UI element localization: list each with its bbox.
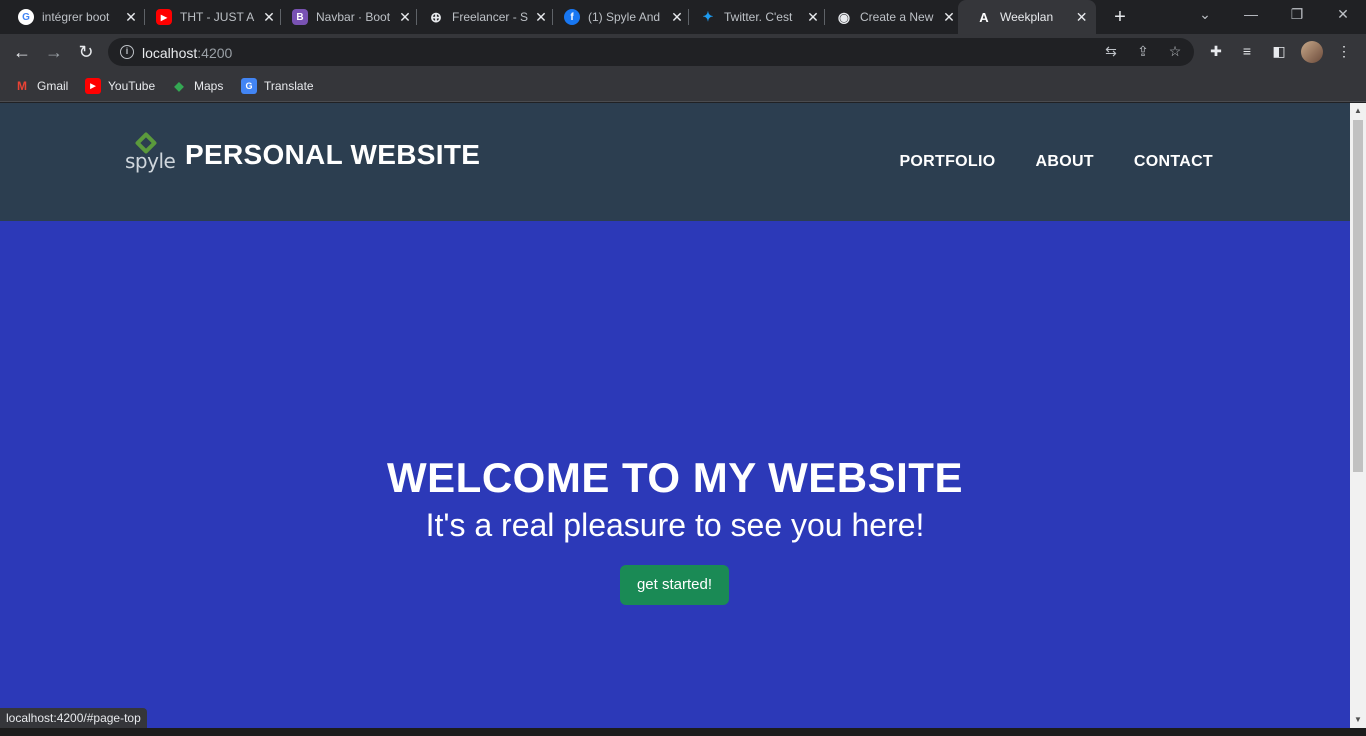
browser-toolbar: ← → ↻ i localhost:4200 ⇆ ⇪ ☆ ✚ ≡ ◧ ⋮	[0, 34, 1366, 70]
bookmark-label: YouTube	[108, 79, 156, 93]
site-navbar: spyle PERSONAL WEBSITE PORTFOLIO ABOUT C…	[0, 103, 1350, 221]
maps-icon: ◆	[174, 79, 184, 93]
bookmark-label: Maps	[194, 79, 224, 93]
address-url[interactable]: localhost:4200	[142, 45, 232, 61]
bookmarks-bar: M Gmail ▶ YouTube ◆ Maps G Translate	[0, 70, 1366, 102]
spyle-logo: spyle	[124, 131, 176, 175]
site-info-icon[interactable]: i	[120, 45, 134, 59]
close-window-icon[interactable]: ✕	[1328, 6, 1358, 23]
restore-icon[interactable]: ❐	[1282, 6, 1312, 23]
twitter-icon: ✦	[702, 9, 714, 24]
tab-2[interactable]: B Navbar · Boot ✕	[274, 0, 420, 34]
tab-1[interactable]: ▶ THT - JUST A ✕	[138, 0, 284, 34]
tab-strip: G intégrer boot ✕ ▶ THT - JUST A ✕ B Nav…	[0, 0, 1366, 34]
tab-title: Create a New	[860, 10, 934, 24]
tab-title: Twitter. C'est	[724, 10, 793, 24]
scroll-up-arrow-icon[interactable]: ▲	[1350, 103, 1366, 119]
bookmark-label: Gmail	[37, 79, 69, 93]
scroll-thumb[interactable]	[1353, 120, 1363, 472]
bootstrap-icon: B	[292, 9, 308, 25]
facebook-icon: f	[564, 9, 580, 25]
nav-links: PORTFOLIO ABOUT CONTACT	[859, 153, 1213, 171]
close-icon[interactable]: ✕	[124, 9, 138, 26]
translate-page-icon[interactable]: ⇆	[1102, 43, 1120, 60]
page-viewport: spyle PERSONAL WEBSITE PORTFOLIO ABOUT C…	[0, 103, 1350, 728]
google-icon: G	[18, 9, 34, 25]
tab-search-icon[interactable]: ⌄	[1190, 6, 1220, 23]
tab-7-active[interactable]: A Weekplan ✕	[958, 0, 1096, 34]
hero-title: WELCOME TO MY WEBSITE	[387, 454, 963, 501]
minimize-icon[interactable]: —	[1236, 6, 1266, 22]
os-taskbar-edge	[0, 728, 1366, 736]
tab-title: THT - JUST A	[180, 10, 255, 24]
bookmark-youtube[interactable]: ▶ YouTube	[85, 78, 155, 94]
forward-icon[interactable]: →	[42, 41, 66, 63]
get-started-button[interactable]: get started!	[620, 565, 729, 605]
globe-icon: ⊕	[430, 8, 442, 25]
scroll-down-arrow-icon[interactable]: ▼	[1350, 712, 1366, 728]
hero-section: WELCOME TO MY WEBSITE It's a real pleasu…	[0, 221, 1350, 728]
bookmark-label: Translate	[264, 79, 314, 93]
brand-title: PERSONAL WEBSITE	[185, 139, 481, 170]
tab-4[interactable]: f (1) Spyle And ✕	[546, 0, 692, 34]
url-port: :4200	[197, 45, 233, 61]
hero-subtitle: It's a real pleasure to see you here!	[425, 507, 925, 543]
github-icon: ◉	[837, 8, 851, 25]
youtube-icon: ▶	[156, 9, 172, 25]
nav-link-about[interactable]: ABOUT	[1035, 153, 1093, 171]
status-url-bubble: localhost:4200/#page-top	[0, 708, 147, 728]
nav-link-contact[interactable]: CONTACT	[1134, 153, 1213, 171]
share-icon[interactable]: ⇪	[1134, 43, 1152, 60]
tab-3[interactable]: ⊕ Freelancer - S ✕	[410, 0, 556, 34]
page-scrollbar[interactable]: ▲ ▼	[1350, 103, 1366, 728]
close-icon[interactable]: ✕	[1075, 9, 1088, 26]
youtube-icon: ▶	[85, 78, 101, 94]
tab-5[interactable]: ✦ Twitter. C'est ✕	[682, 0, 828, 34]
menu-kebab-icon[interactable]: ⋮	[1334, 43, 1354, 60]
tab-title: Navbar · Boot	[316, 10, 391, 24]
back-icon[interactable]: ←	[10, 41, 34, 63]
bookmark-gmail[interactable]: M Gmail	[14, 78, 68, 94]
bookmark-maps[interactable]: ◆ Maps	[171, 78, 223, 94]
bookmark-star-icon[interactable]: ☆	[1166, 43, 1184, 60]
tab-title: Freelancer - S	[452, 10, 528, 24]
reload-icon[interactable]: ↻	[74, 41, 98, 63]
tab-6[interactable]: ◉ Create a New ✕	[818, 0, 964, 34]
gmail-icon: M	[17, 79, 27, 93]
tab-title: Weekplan	[1000, 10, 1054, 24]
url-host: localhost	[142, 45, 198, 61]
close-icon[interactable]: ✕	[942, 9, 956, 26]
media-controls-icon[interactable]: ≡	[1237, 43, 1257, 59]
bookmark-translate[interactable]: G Translate	[241, 78, 314, 94]
side-panel-icon[interactable]: ◧	[1269, 43, 1289, 60]
translate-icon: G	[241, 78, 257, 94]
profile-avatar[interactable]	[1301, 41, 1323, 63]
new-tab-button[interactable]: +	[1109, 6, 1131, 29]
angular-icon: A	[979, 9, 989, 25]
logo-text: spyle	[125, 149, 176, 173]
nav-link-portfolio[interactable]: PORTFOLIO	[899, 153, 995, 171]
tab-title: (1) Spyle And	[588, 10, 661, 24]
extensions-icon[interactable]: ✚	[1206, 43, 1226, 60]
site-brand[interactable]: spyle PERSONAL WEBSITE	[124, 131, 481, 175]
tab-0[interactable]: G intégrer boot ✕	[0, 0, 146, 34]
address-bar[interactable]: i localhost:4200 ⇆ ⇪ ☆	[108, 38, 1194, 66]
tab-title: intégrer boot	[42, 10, 110, 24]
